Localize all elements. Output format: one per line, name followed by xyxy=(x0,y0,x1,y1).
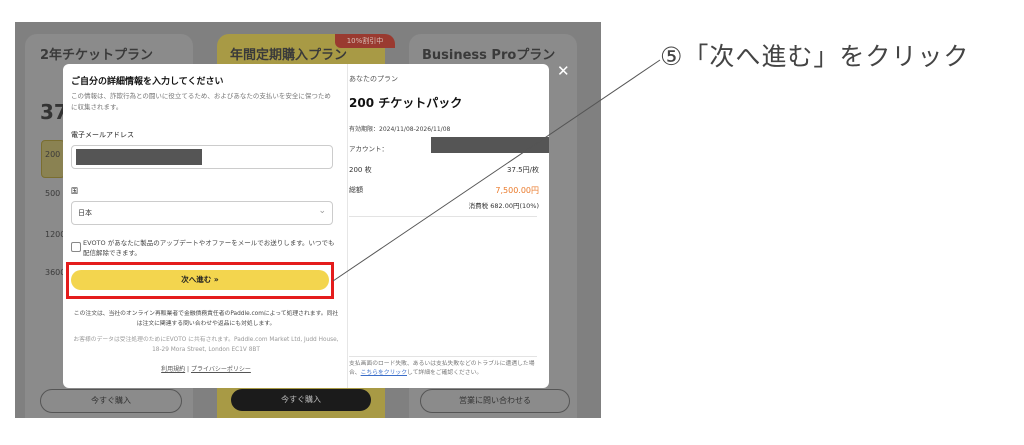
step-annotation: ⑤「次へ進む」をクリック xyxy=(660,42,970,71)
